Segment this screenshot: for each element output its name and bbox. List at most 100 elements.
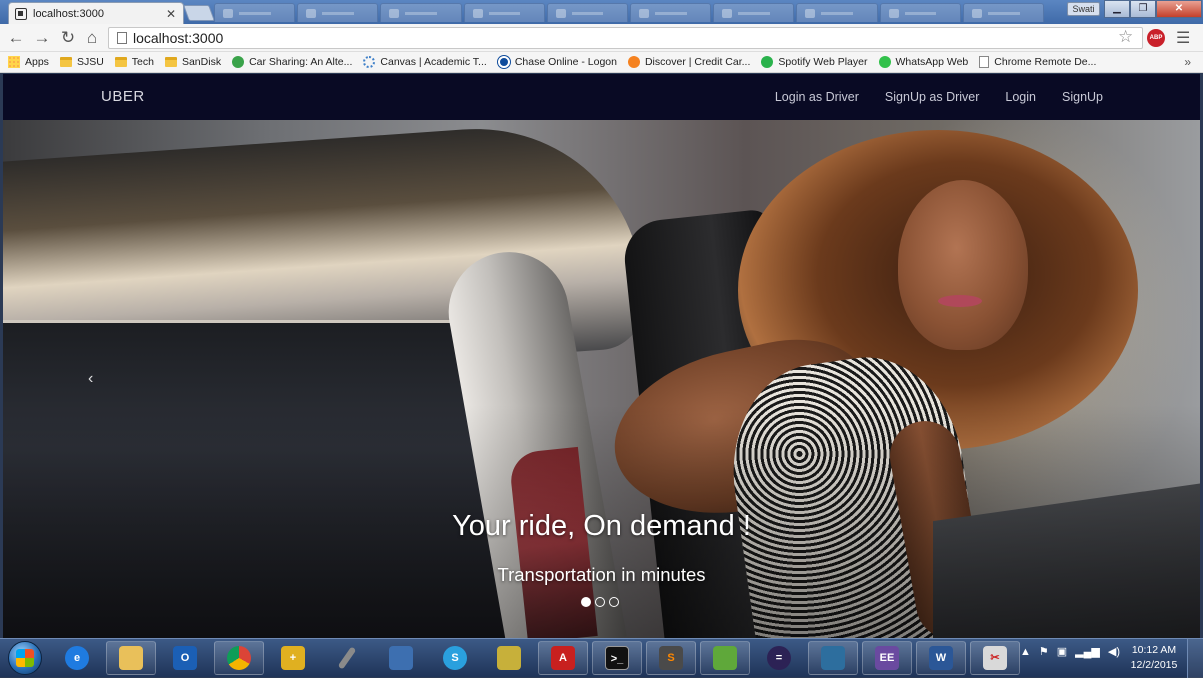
background-tab[interactable] xyxy=(297,3,379,22)
background-tab[interactable] xyxy=(879,3,961,22)
chrome-glyph xyxy=(227,646,251,670)
background-tab[interactable] xyxy=(380,3,462,22)
forward-arrow-icon[interactable]: → xyxy=(32,28,52,48)
word-icon[interactable]: W xyxy=(916,641,966,675)
eclipse-icon[interactable]: = xyxy=(754,641,804,675)
tools-glyph xyxy=(497,646,521,670)
carousel-indicator[interactable] xyxy=(581,597,591,607)
url-text: localhost:3000 xyxy=(133,30,224,46)
skype-icon[interactable]: S xyxy=(430,641,480,675)
carousel-caption-title: Your ride, On demand ! xyxy=(452,510,751,542)
pen-glyph xyxy=(337,646,357,670)
back-arrow-icon[interactable]: ← xyxy=(6,28,26,48)
pen-tool-icon[interactable] xyxy=(322,641,372,675)
tab-close-icon[interactable]: ✕ xyxy=(165,7,177,21)
canvas-icon xyxy=(363,56,376,68)
acrobat-icon[interactable]: A xyxy=(538,641,588,675)
chrome-icon[interactable] xyxy=(214,641,264,675)
whatsapp-icon xyxy=(878,56,891,68)
apps-icon xyxy=(8,56,20,68)
nav-login[interactable]: Login xyxy=(1005,90,1036,104)
bookmark-canvas[interactable]: Canvas | Academic T... xyxy=(363,56,487,68)
nav-login-as-driver[interactable]: Login as Driver xyxy=(775,90,859,104)
browser-tab-active[interactable]: localhost:3000 ✕ xyxy=(8,2,184,24)
carousel-indicator[interactable] xyxy=(595,597,605,607)
chrome-menu-icon[interactable]: ☰ xyxy=(1176,28,1190,48)
evernote-icon[interactable] xyxy=(700,641,750,675)
taskbar-pinned-apps: e O + S A >_ S = EE W ✂ xyxy=(52,641,1020,675)
java-ee-icon[interactable]: EE xyxy=(862,641,912,675)
site-navbar: UBER Login as Driver SignUp as Driver Lo… xyxy=(3,74,1200,120)
outlook-icon[interactable]: O xyxy=(160,641,210,675)
bookmark-star-icon[interactable]: ☆ xyxy=(1118,27,1133,47)
show-desktop-button[interactable] xyxy=(1187,639,1203,678)
more-bookmarks-icon[interactable]: » xyxy=(1184,55,1191,69)
action-center-flag-icon[interactable]: ⚑ xyxy=(1039,645,1049,658)
home-icon[interactable]: ⌂ xyxy=(82,28,102,48)
nav-signup-as-driver[interactable]: SignUp as Driver xyxy=(885,90,979,104)
bookmark-whatsapp[interactable]: WhatsApp Web xyxy=(878,56,968,68)
evernote-glyph xyxy=(713,646,737,670)
clock-date: 12/2/2015 xyxy=(1130,659,1178,671)
desktop-window: localhost:3000 ✕ Swati ▁ ❐ ✕ ← → ↻ ⌂ loc… xyxy=(0,0,1203,678)
bookmark-apps[interactable]: Apps xyxy=(8,56,49,68)
background-tab[interactable] xyxy=(796,3,878,22)
volume-icon[interactable]: ◀) xyxy=(1108,645,1120,658)
command-prompt-icon[interactable]: >_ xyxy=(592,641,642,675)
nav-signup[interactable]: SignUp xyxy=(1062,90,1103,104)
bookmark-sjsu[interactable]: SJSU xyxy=(59,56,104,68)
clock-time: 10:12 AM xyxy=(1131,644,1177,656)
new-tab-button[interactable] xyxy=(183,5,215,21)
file-explorer-icon[interactable] xyxy=(106,641,156,675)
browser-toolbar: ← → ↻ ⌂ localhost:3000 ☆ ABP ☰ xyxy=(0,24,1203,52)
maximize-button[interactable]: ❐ xyxy=(1130,0,1156,18)
nav-links: Login as Driver SignUp as Driver Login S… xyxy=(775,90,1103,104)
close-window-button[interactable]: ✕ xyxy=(1156,0,1202,18)
bookmark-label: Tech xyxy=(131,56,154,68)
profile-badge[interactable]: Swati xyxy=(1067,2,1100,16)
snip-glyph: ✂ xyxy=(983,646,1007,670)
background-tabs xyxy=(214,3,1045,22)
wifi-signal-icon[interactable]: ▂▄▆ xyxy=(1075,645,1100,658)
bookmark-tech[interactable]: Tech xyxy=(114,56,154,68)
bookmark-chrome-remote[interactable]: Chrome Remote De... xyxy=(979,56,1096,68)
background-tab[interactable] xyxy=(962,3,1045,22)
minimize-button[interactable]: ▁ xyxy=(1104,0,1130,18)
show-hidden-icons-icon[interactable]: ▲ xyxy=(1020,646,1031,658)
page-viewport: UBER Login as Driver SignUp as Driver Lo… xyxy=(3,74,1200,638)
background-tab[interactable] xyxy=(214,3,296,22)
background-tab[interactable] xyxy=(713,3,795,22)
brand-logo[interactable]: UBER xyxy=(101,88,145,105)
bookmark-discover[interactable]: Discover | Credit Car... xyxy=(627,56,751,68)
background-tab[interactable] xyxy=(463,3,545,22)
background-tab[interactable] xyxy=(630,3,712,22)
network-status-icon[interactable]: ▣ xyxy=(1057,645,1067,658)
reload-icon[interactable]: ↻ xyxy=(58,28,78,48)
address-bar[interactable]: localhost:3000 xyxy=(108,27,1143,49)
adblock-plus-icon[interactable]: ABP xyxy=(1147,29,1165,47)
word-glyph: W xyxy=(929,646,953,670)
snipping-tool-icon[interactable]: ✂ xyxy=(970,641,1020,675)
carousel-prev-icon[interactable]: ‹ xyxy=(88,370,93,388)
carousel-indicators xyxy=(581,597,619,607)
cmd-glyph: >_ xyxy=(605,646,629,670)
bookmark-car-sharing[interactable]: Car Sharing: An Alte... xyxy=(232,56,352,68)
mysql-workbench-icon[interactable] xyxy=(808,641,858,675)
bookmark-chase[interactable]: Chase Online - Logon xyxy=(497,56,617,68)
bookmark-sandisk[interactable]: SanDisk xyxy=(164,56,221,68)
spotify-icon xyxy=(761,56,774,68)
network-tool-icon[interactable]: + xyxy=(268,641,318,675)
tools-icon[interactable] xyxy=(484,641,534,675)
taskbar-clock[interactable]: 10:12 AM 12/2/2015 xyxy=(1128,643,1180,673)
sublime-text-icon[interactable]: S xyxy=(646,641,696,675)
folder-icon xyxy=(114,57,127,67)
document-icon xyxy=(979,56,990,68)
internet-explorer-icon[interactable]: e xyxy=(52,641,102,675)
bookmark-spotify[interactable]: Spotify Web Player xyxy=(761,56,868,68)
windows-logo-icon xyxy=(16,649,34,667)
background-tab[interactable] xyxy=(546,3,629,22)
bookmark-label: Discover | Credit Car... xyxy=(644,56,751,68)
hero-carousel: ‹ Your ride, On demand ! Transportation … xyxy=(3,120,1200,638)
carousel-indicator[interactable] xyxy=(609,597,619,607)
remote-desktop-icon[interactable] xyxy=(376,641,426,675)
